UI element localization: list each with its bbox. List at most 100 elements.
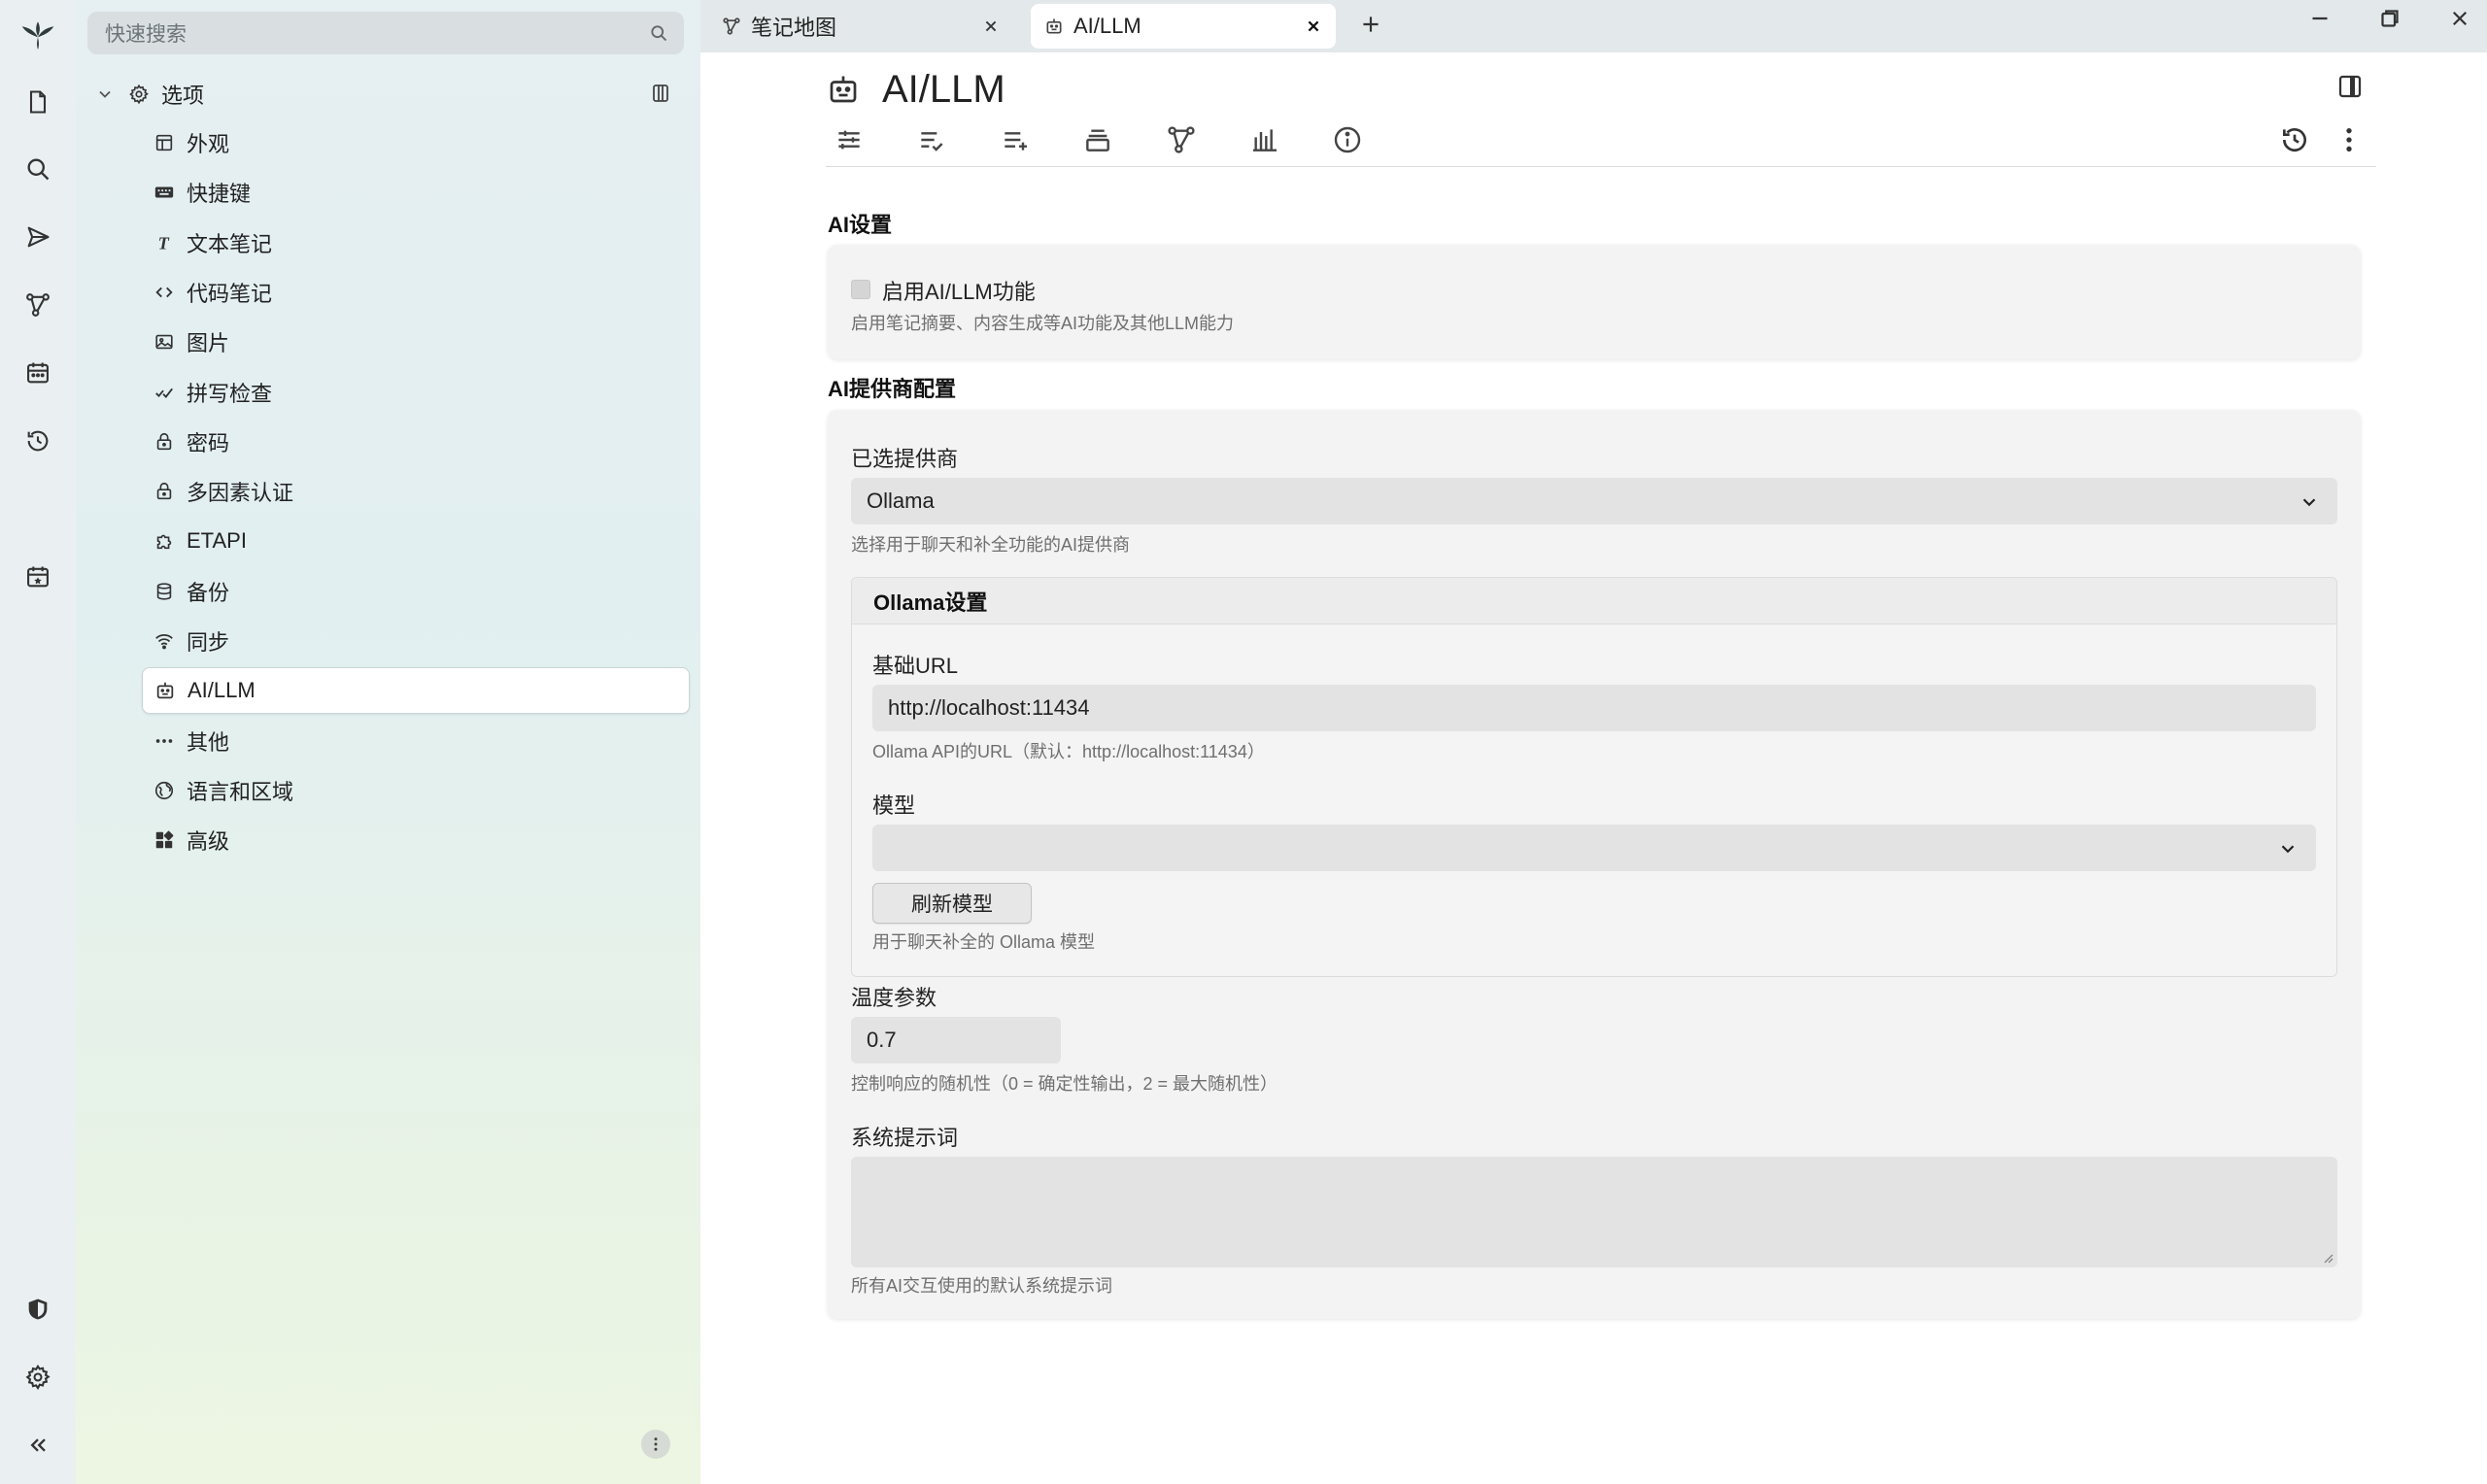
enable-ai-checkbox[interactable] <box>851 280 870 299</box>
close-icon[interactable] <box>980 16 1002 37</box>
base-url-hint: Ollama API的URL（默认：http://localhost:11434… <box>872 742 1265 761</box>
note-properties-icon[interactable] <box>834 124 865 155</box>
calendar-star-icon[interactable] <box>18 557 57 596</box>
sidebar-item-7[interactable]: 密码 <box>142 419 690 465</box>
calendar-icon[interactable] <box>18 354 57 392</box>
system-prompt-textarea[interactable] <box>851 1157 2337 1267</box>
sidebar-item-inner[interactable]: AI/LLM <box>142 667 690 715</box>
sidebar-item-13[interactable]: 其他 <box>142 718 690 764</box>
grid-icon <box>153 829 175 851</box>
add-list-icon[interactable] <box>1000 124 1031 155</box>
history-icon[interactable] <box>2279 124 2310 155</box>
tree-root-options[interactable]: 选项 <box>95 71 204 118</box>
ollama-settings-card: Ollama设置 <box>851 577 2337 977</box>
gear-icon[interactable] <box>18 1358 57 1397</box>
close-icon[interactable] <box>1303 16 1324 37</box>
collapse-left-icon[interactable] <box>18 1426 57 1465</box>
app-logo-icon[interactable] <box>18 16 57 54</box>
tab-note-map[interactable]: 笔记地图 <box>708 4 1013 49</box>
refresh-models-button[interactable]: 刷新模型 <box>872 883 1032 924</box>
sidebar-item-4[interactable]: 代码笔记 <box>142 269 690 316</box>
tree-root-label: 选项 <box>161 84 205 108</box>
new-note-icon[interactable] <box>18 83 57 121</box>
more-menu-icon[interactable] <box>2334 124 2365 155</box>
sidebar-item-6[interactable]: 拼写检查 <box>142 369 690 416</box>
chevron-down-icon[interactable] <box>95 84 115 104</box>
sidebar-item-inner[interactable]: 外观 <box>142 119 690 166</box>
base-url-input[interactable]: http://localhost:11434 <box>872 685 2316 731</box>
sidebar-item-15[interactable]: 高级 <box>142 817 690 863</box>
sidebar-item-3[interactable]: T 文本笔记 <box>142 219 690 266</box>
sidebar-item-label: AI/LLM <box>187 678 256 703</box>
search-icon[interactable] <box>649 23 668 43</box>
provider-config-title: AI提供商配置 <box>828 377 957 401</box>
sidebar-item-inner[interactable]: 语言和区域 <box>142 767 690 814</box>
history-icon[interactable] <box>18 422 57 460</box>
sidebar-item-label: ETAPI <box>187 528 247 554</box>
layers-icon[interactable] <box>1082 124 1113 155</box>
tree-more-icon[interactable] <box>641 1430 670 1459</box>
edited-notes-icon[interactable] <box>916 124 947 155</box>
sidebar-item-inner[interactable]: 其他 <box>142 718 690 764</box>
enable-ai-label[interactable]: 启用AI/LLM功能 <box>882 275 1036 306</box>
toggle-right-pane-icon[interactable] <box>2335 72 2365 101</box>
tab-label: 笔记地图 <box>751 16 837 40</box>
sidebar-item-label: 语言和区域 <box>187 779 294 804</box>
quick-search-input[interactable]: 快速搜索 <box>87 12 684 54</box>
sidebar-item-inner[interactable]: 同步 <box>142 618 690 664</box>
model-select[interactable] <box>872 825 2316 871</box>
sidebar-item-label: 代码笔记 <box>187 281 273 306</box>
sidebar-item-2[interactable]: 快捷键 <box>142 169 690 216</box>
sidebar-item-9[interactable]: ETAPI <box>142 518 690 564</box>
sidebar-item-inner[interactable]: 代码笔记 <box>142 269 690 316</box>
sidebar-item-11[interactable]: 同步 <box>142 618 690 664</box>
code-icon <box>153 282 175 303</box>
sidebar-item-inner[interactable]: 拼写检查 <box>142 369 690 416</box>
search-icon[interactable] <box>18 150 57 188</box>
stats-icon[interactable] <box>1249 124 1280 155</box>
sidebar-item-inner[interactable]: 图片 <box>142 319 690 365</box>
temperature-label: 温度参数 <box>851 986 937 1010</box>
link-map-icon[interactable] <box>1166 124 1197 155</box>
shield-icon[interactable] <box>18 1290 57 1329</box>
sidebar-item-10[interactable]: 备份 <box>142 568 690 615</box>
sidebar-item-1[interactable]: 外观 <box>142 119 690 166</box>
provider-select-value: Ollama <box>867 489 935 513</box>
tab-label: AI/LLM <box>1073 14 1141 38</box>
system-prompt-hint: 所有AI交互使用的默认系统提示词 <box>851 1276 1113 1296</box>
temperature-input[interactable]: 0.7 <box>851 1017 1061 1063</box>
sidebar-item-inner[interactable]: 快捷键 <box>142 169 690 216</box>
info-icon[interactable] <box>1332 124 1363 155</box>
sidebar-item-inner[interactable]: 多因素认证 <box>142 468 690 515</box>
sidebar-item-inner[interactable]: 备份 <box>142 568 690 615</box>
sidebar-item-label: 外观 <box>187 132 230 156</box>
sidebar-item-14[interactable]: 语言和区域 <box>142 767 690 814</box>
sidebar-item-8[interactable]: 多因素认证 <box>142 468 690 515</box>
hoist-icon[interactable] <box>649 82 672 105</box>
provider-hint: 选择用于聊天和补全功能的AI提供商 <box>851 535 1131 555</box>
sidebar-item-label: 备份 <box>187 580 230 605</box>
keyboard-icon <box>153 182 175 203</box>
tab-ai-llm[interactable]: AI/LLM <box>1031 4 1336 49</box>
sidebar-item-12[interactable]: AI/LLM <box>142 667 690 715</box>
sidebar-item-inner[interactable]: 密码 <box>142 419 690 465</box>
provider-select[interactable]: Ollama <box>851 478 2337 524</box>
quick-search-placeholder: 快速搜索 <box>105 23 187 46</box>
close-window-icon[interactable] <box>2445 4 2474 33</box>
note-title[interactable]: AI/LLM <box>882 68 1005 112</box>
minimize-icon[interactable] <box>2305 4 2334 33</box>
restore-icon[interactable] <box>2375 4 2404 33</box>
note-map-icon[interactable] <box>18 286 57 324</box>
sidebar-item-label: 同步 <box>187 630 230 655</box>
enable-ai-hint: 启用笔记摘要、内容生成等AI功能及其他LLM能力 <box>851 314 1235 333</box>
selected-provider-label: 已选提供商 <box>851 447 959 471</box>
temperature-value: 0.7 <box>867 1028 897 1052</box>
image-icon <box>153 331 175 353</box>
sidebar-item-inner[interactable]: 高级 <box>142 817 690 863</box>
send-icon[interactable] <box>18 218 57 256</box>
sidebar-item-inner[interactable]: ETAPI <box>142 518 690 564</box>
sidebar-item-inner[interactable]: T 文本笔记 <box>142 219 690 266</box>
sidebar-item-5[interactable]: 图片 <box>142 319 690 365</box>
resize-grip-icon[interactable] <box>2322 1252 2334 1264</box>
new-tab-icon[interactable] <box>1358 12 1383 37</box>
